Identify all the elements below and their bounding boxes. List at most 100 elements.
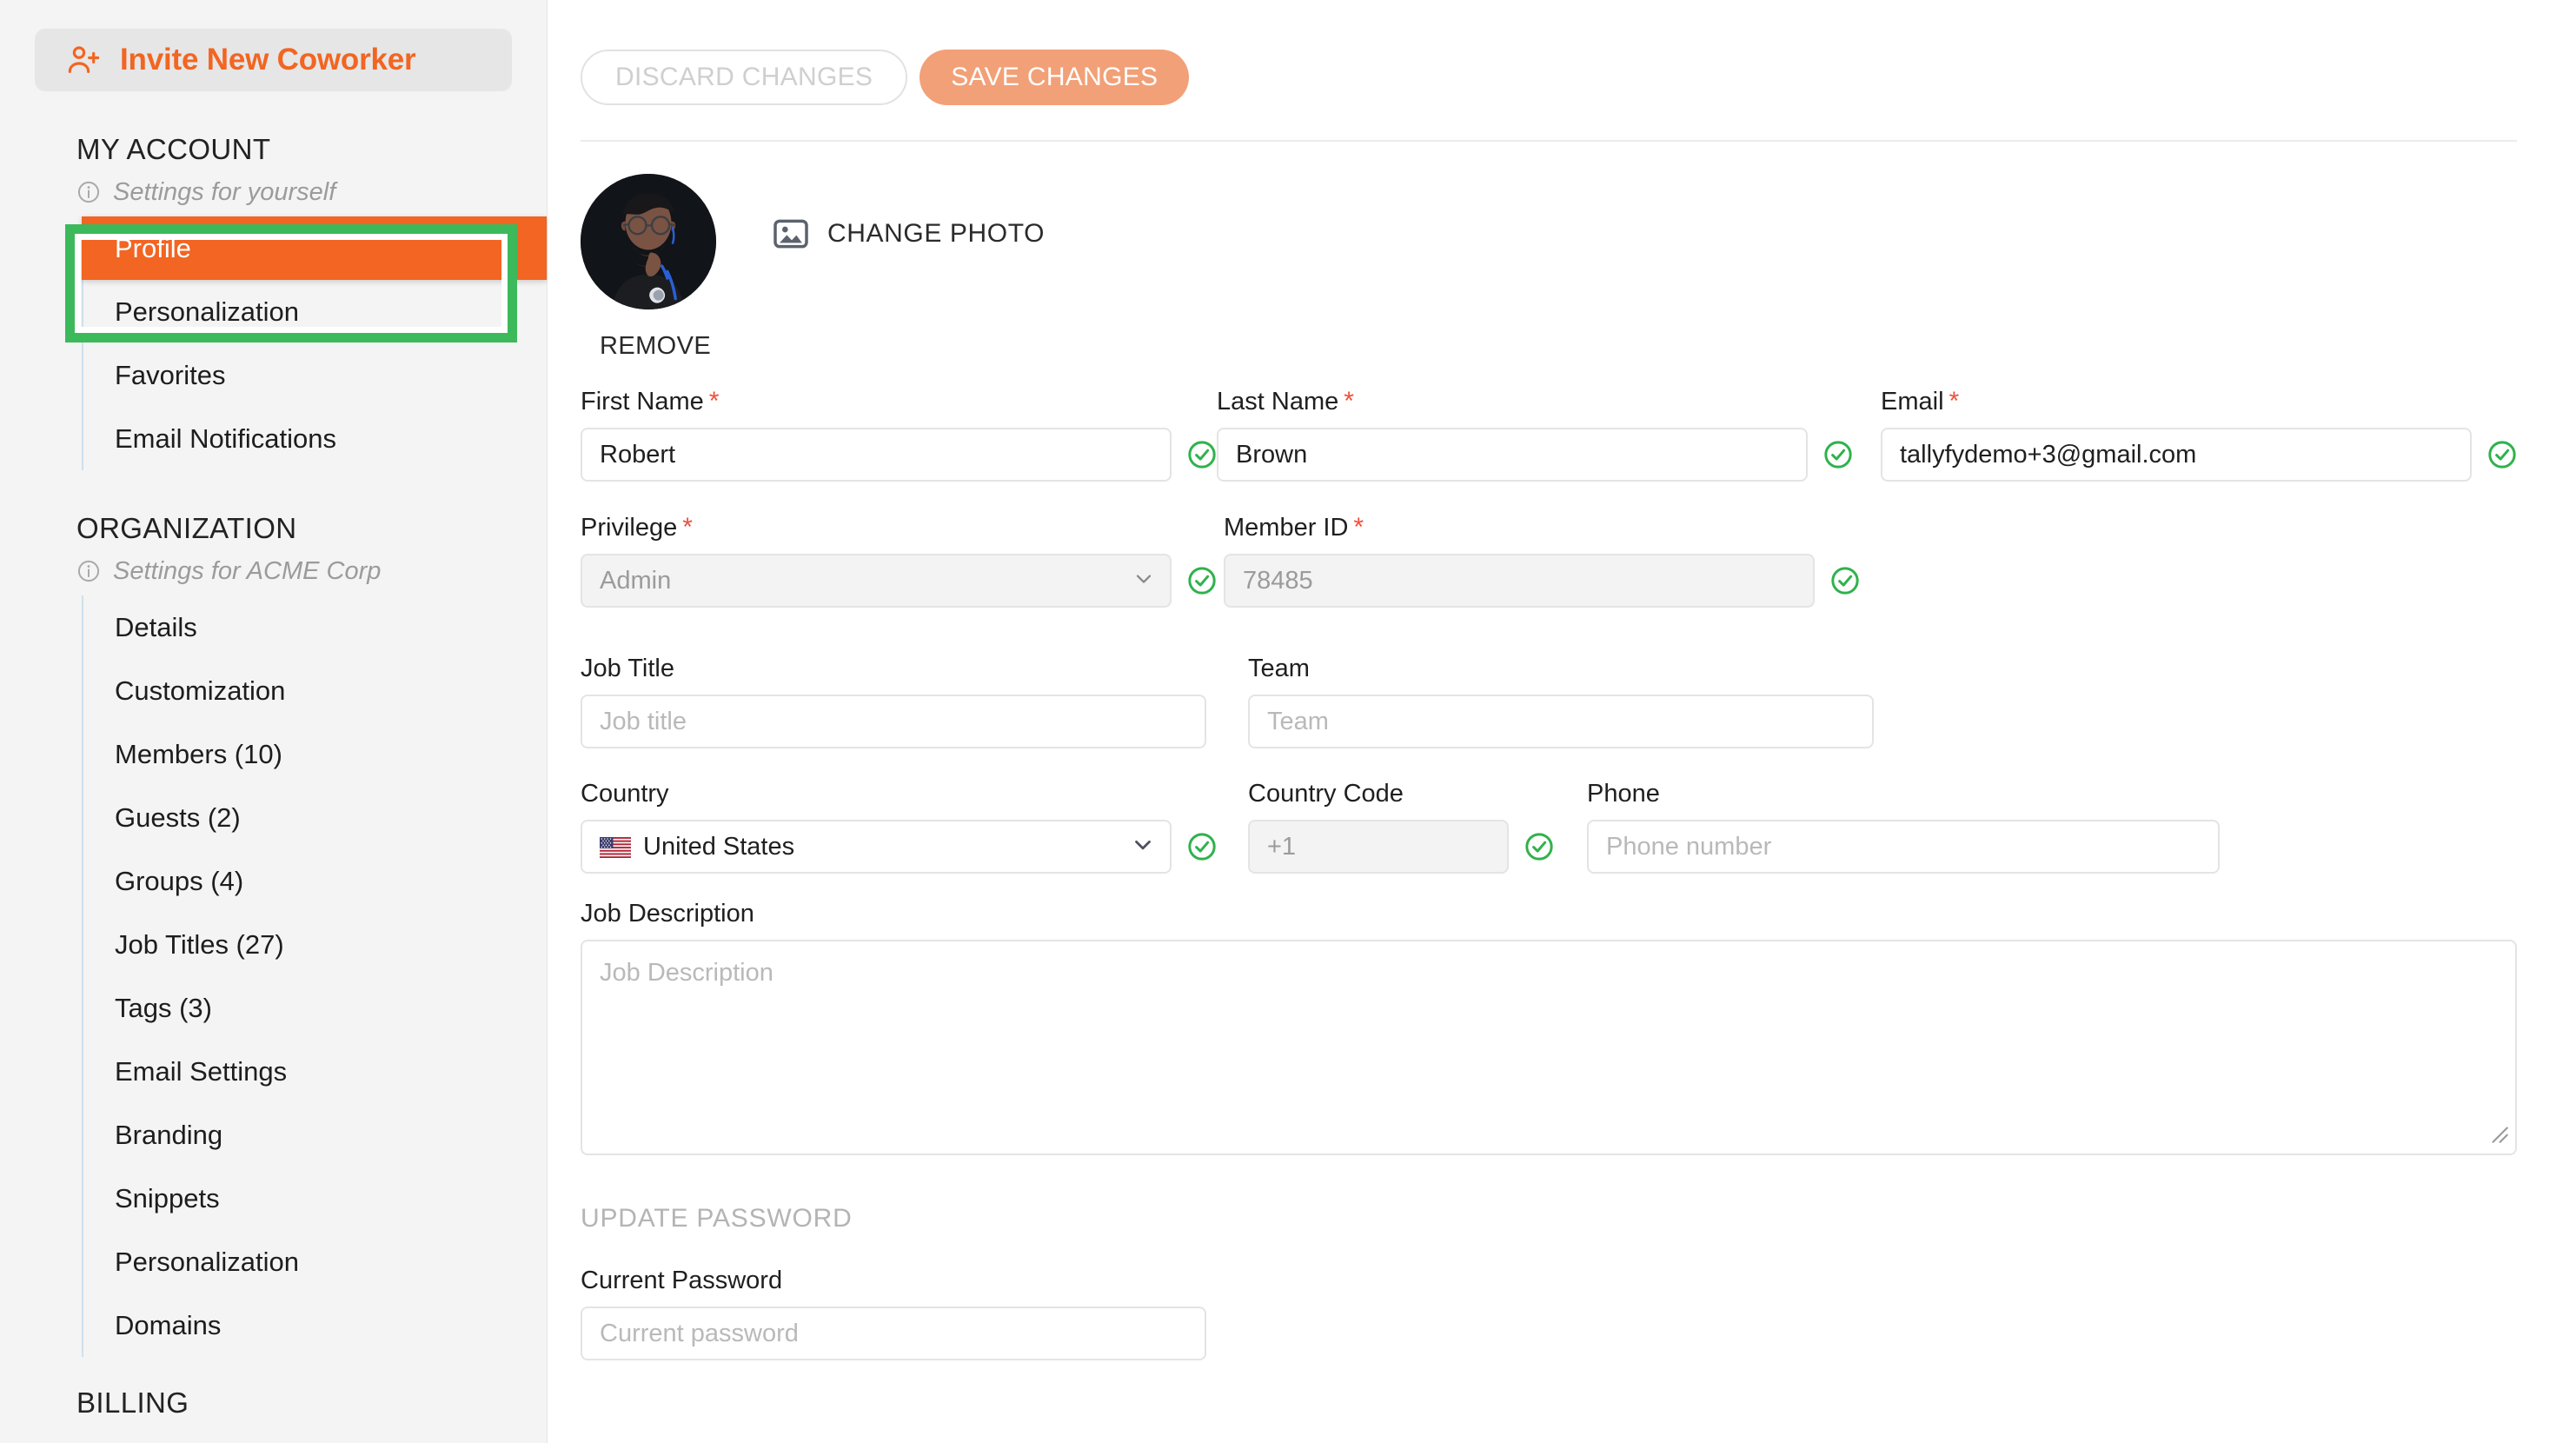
field-privilege: Privilege* Admin: [581, 513, 1224, 608]
sidebar-item-label: Email Settings: [115, 1056, 287, 1087]
sidebar-item-label: Personalization: [115, 296, 299, 328]
sidebar-item-guests[interactable]: Guests (2): [83, 786, 547, 849]
section-title-my-account: MY ACCOUNT: [0, 133, 547, 166]
sidebar-item-label: Personalization: [115, 1247, 299, 1278]
valid-check-icon: [1823, 440, 1853, 469]
country-select[interactable]: United States: [581, 820, 1172, 874]
form-row-country-phone: Country: [581, 780, 2517, 874]
team-label: Team: [1248, 655, 1915, 683]
current-password-label: Current Password: [581, 1267, 2517, 1295]
discard-changes-button[interactable]: DISCARD CHANGES: [581, 50, 907, 105]
privilege-select[interactable]: Admin: [581, 554, 1172, 608]
sidebar-item-members[interactable]: Members (10): [83, 722, 547, 786]
phone-input[interactable]: Phone number: [1587, 820, 2220, 874]
sidebar-item-label: Members (10): [115, 739, 282, 770]
invite-new-coworker-button[interactable]: Invite New Coworker: [35, 29, 512, 91]
invite-new-coworker-label: Invite New Coworker: [120, 43, 415, 77]
required-marker: *: [1949, 387, 1960, 416]
valid-check-icon: [1187, 440, 1217, 469]
sidebar-item-email-notifications[interactable]: Email Notifications: [83, 407, 547, 470]
job-title-input[interactable]: Job title: [581, 695, 1206, 748]
phone-label: Phone: [1587, 780, 2254, 808]
field-country-code: Country Code +1: [1248, 780, 1587, 874]
member-id-input[interactable]: 78485: [1224, 554, 1815, 608]
email-label: Email*: [1881, 387, 2517, 416]
sidebar-item-org-personalization[interactable]: Personalization: [83, 1230, 547, 1293]
sidebar-item-branding[interactable]: Branding: [83, 1103, 547, 1167]
sidebar-item-details[interactable]: Details: [83, 595, 547, 659]
sidebar-item-personalization[interactable]: Personalization: [83, 280, 547, 343]
field-country: Country: [581, 780, 1248, 874]
section-subtitle-text: Settings for yourself: [113, 178, 335, 207]
valid-check-icon: [1187, 566, 1217, 595]
required-marker: *: [1344, 387, 1354, 416]
section-subtitle-organization: Settings for ACME Corp: [0, 555, 547, 587]
nav-group-organization: Details Customization Members (10) Guest…: [82, 595, 547, 1357]
form-toolbar: DISCARD CHANGES SAVE CHANGES: [548, 0, 2576, 105]
form-row-job-team: Job Title Job title Team Team: [581, 655, 2517, 748]
main-content: DISCARD CHANGES SAVE CHANGES: [548, 0, 2576, 1443]
nav-group-my-account: Profile Personalization Favorites Email …: [82, 216, 547, 470]
first-name-input[interactable]: Robert: [581, 428, 1172, 482]
sidebar-item-customization[interactable]: Customization: [83, 659, 547, 722]
save-changes-button[interactable]: SAVE CHANGES: [920, 50, 1189, 105]
sidebar-item-label: Tags (3): [115, 993, 212, 1024]
first-name-label: First Name*: [581, 387, 1217, 416]
sidebar-item-label: Favorites: [115, 360, 225, 391]
required-marker: *: [682, 513, 693, 542]
country-code-input[interactable]: +1: [1248, 820, 1509, 874]
job-description-textarea[interactable]: Job Description: [581, 940, 2517, 1155]
sidebar-item-profile[interactable]: Profile: [82, 216, 547, 280]
valid-check-icon: [1830, 566, 1860, 595]
info-icon: [76, 559, 101, 583]
field-job-title: Job Title Job title: [581, 655, 1248, 748]
remove-photo-button[interactable]: REMOVE: [581, 332, 720, 361]
sidebar-item-label: Details: [115, 612, 197, 643]
section-subtitle-text: Settings for ACME Corp: [113, 557, 381, 586]
avatar-block: REMOVE: [581, 174, 720, 361]
sidebar-item-email-settings[interactable]: Email Settings: [83, 1040, 547, 1103]
field-last-name: Last Name* Brown: [1217, 387, 1881, 482]
field-phone: Phone Phone number: [1587, 780, 2254, 874]
sidebar-item-domains[interactable]: Domains: [83, 1293, 547, 1357]
sidebar-item-label: Customization: [115, 675, 285, 707]
field-job-description: Job Description Job Description: [581, 900, 2517, 1155]
sidebar-item-favorites[interactable]: Favorites: [83, 343, 547, 407]
required-marker: *: [709, 387, 720, 416]
profile-form: First Name* Robert Last Name* Brown: [548, 387, 2576, 1360]
section-title-billing[interactable]: BILLING: [0, 1386, 547, 1420]
sidebar-item-tags[interactable]: Tags (3): [83, 976, 547, 1040]
sidebar-item-label: Snippets: [115, 1183, 220, 1214]
avatar-photo: [581, 174, 716, 309]
last-name-input[interactable]: Brown: [1217, 428, 1808, 482]
user-plus-icon: [66, 43, 101, 77]
form-row-names: First Name* Robert Last Name* Brown: [581, 387, 2517, 482]
sidebar-item-label: Job Titles (27): [115, 929, 284, 961]
image-icon: [773, 219, 808, 249]
sidebar-item-groups[interactable]: Groups (4): [83, 849, 547, 913]
required-marker: *: [1353, 513, 1364, 542]
current-password-input[interactable]: Current password: [581, 1307, 1206, 1360]
change-photo-button[interactable]: CHANGE PHOTO: [773, 219, 1045, 249]
job-title-label: Job Title: [581, 655, 1248, 683]
country-code-label: Country Code: [1248, 780, 1587, 808]
avatar: [581, 174, 716, 309]
field-team: Team Team: [1248, 655, 1915, 748]
last-name-label: Last Name*: [1217, 387, 1881, 416]
resize-handle[interactable]: [2487, 1122, 2510, 1149]
info-icon: [76, 180, 101, 204]
sidebar: Invite New Coworker MY ACCOUNT Settings …: [0, 0, 548, 1443]
team-input[interactable]: Team: [1248, 695, 1874, 748]
sidebar-item-label: Guests (2): [115, 802, 241, 834]
valid-check-icon: [1187, 832, 1217, 861]
job-description-label: Job Description: [581, 900, 2517, 928]
settings-page: Invite New Coworker MY ACCOUNT Settings …: [0, 0, 2576, 1443]
field-first-name: First Name* Robert: [581, 387, 1217, 482]
form-row-privilege: Privilege* Admin Memb: [581, 513, 2517, 608]
email-input[interactable]: tallyfydemo+3@gmail.com: [1881, 428, 2472, 482]
section-subtitle-my-account: Settings for yourself: [0, 176, 547, 208]
us-flag-icon: [600, 836, 631, 857]
profile-photo-row: REMOVE CHANGE PHOTO: [548, 142, 2576, 361]
sidebar-item-job-titles[interactable]: Job Titles (27): [83, 913, 547, 976]
sidebar-item-snippets[interactable]: Snippets: [83, 1167, 547, 1230]
